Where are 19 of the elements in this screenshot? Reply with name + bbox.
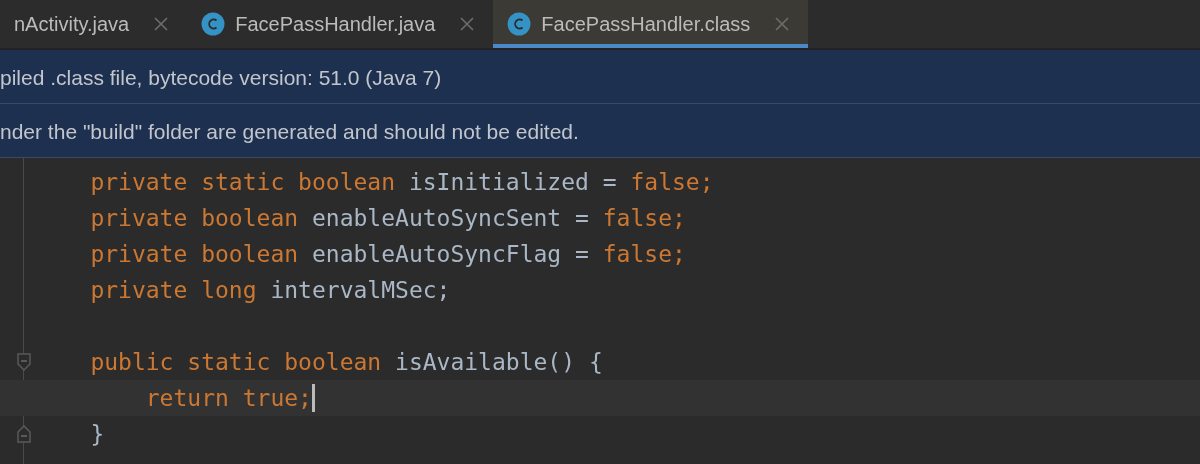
code-line: private boolean enableAutoSyncSent = false;	[89, 205, 686, 231]
close-icon[interactable]	[774, 16, 791, 32]
banner-text: nder the "build" folder are generated and should not be edited.	[0, 119, 579, 144]
editor-tab[interactable]: FacePassHandler.class	[493, 0, 809, 48]
code-line: private static boolean isInitialized = false;	[89, 169, 714, 195]
fold-icon[interactable]	[16, 425, 31, 443]
code-line: public static boolean isAvailable() {	[89, 349, 603, 375]
code-line: return true;	[144, 385, 312, 411]
close-icon[interactable]	[459, 16, 476, 32]
code-line: }	[89, 421, 105, 447]
banner-text: piled .class file, bytecode version: 51.0 (Java 7)	[0, 65, 442, 90]
code-line: private boolean enableAutoSyncFlag = false;	[89, 241, 686, 267]
class-file-icon	[507, 12, 532, 36]
editor-tab[interactable]: FacePassHandler.java	[187, 0, 494, 48]
code-line: private long intervalMSec;	[89, 277, 451, 303]
fold-icon[interactable]	[16, 353, 31, 371]
editor-tab[interactable]: nActivity.java	[0, 0, 188, 48]
class-file-icon	[201, 12, 226, 36]
close-icon[interactable]	[153, 16, 170, 32]
